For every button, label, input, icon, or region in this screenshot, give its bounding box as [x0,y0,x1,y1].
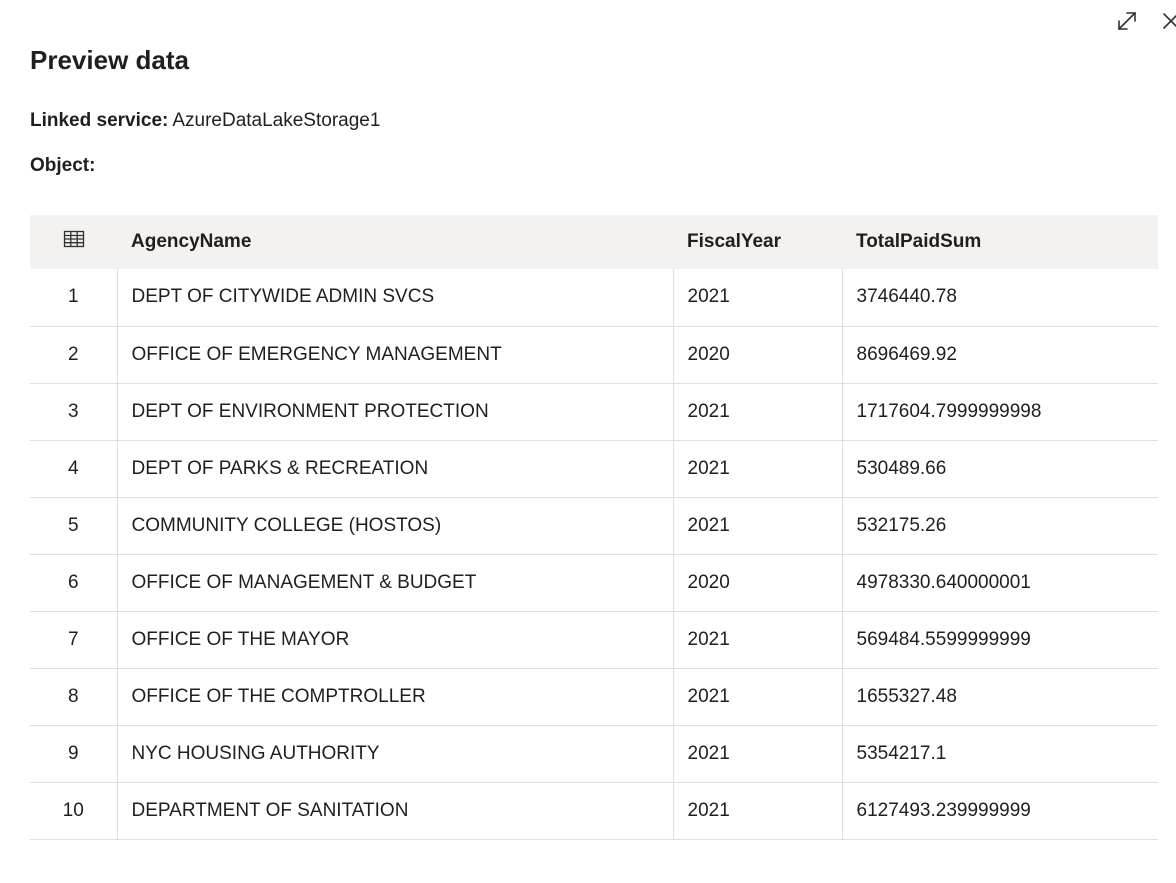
cell-agency-name: DEPT OF ENVIRONMENT PROTECTION [117,383,674,441]
cell-total-paid-sum: 532175.26 [842,497,1158,555]
cell-fiscal-year: 2021 [673,383,843,441]
object-label: Object: [30,155,96,176]
cell-fiscal-year: 2021 [673,497,843,555]
row-index: 6 [30,554,118,612]
row-index: 1 [30,269,118,327]
table-row: 8 OFFICE OF THE COMPTROLLER 2021 1655327… [30,668,1158,726]
preview-table: AgencyName FiscalYear TotalPaidSum 1 DEP… [30,215,1158,840]
cell-total-paid-sum: 5354217.1 [842,725,1158,783]
expand-icon[interactable] [1114,8,1140,34]
cell-agency-name: DEPARTMENT OF SANITATION [117,782,674,840]
close-icon[interactable] [1158,8,1176,34]
table-row: 3 DEPT OF ENVIRONMENT PROTECTION 2021 17… [30,383,1158,441]
row-index: 7 [30,611,118,669]
row-index: 8 [30,668,118,726]
cell-agency-name: OFFICE OF THE COMPTROLLER [117,668,674,726]
table-row: 7 OFFICE OF THE MAYOR 2021 569484.559999… [30,611,1158,669]
linked-service-value: AzureDataLakeStorage1 [172,110,381,131]
cell-total-paid-sum: 569484.5599999999 [842,611,1158,669]
table-row: 9 NYC HOUSING AUTHORITY 2021 5354217.1 [30,725,1158,783]
page-title: Preview data [30,45,189,75]
cell-total-paid-sum: 3746440.78 [842,269,1158,327]
row-index: 10 [30,782,118,840]
cell-fiscal-year: 2021 [673,440,843,498]
row-index: 4 [30,440,118,498]
preview-data-panel: Preview data Linked service: AzureDataLak… [0,0,1176,883]
table-row: 6 OFFICE OF MANAGEMENT & BUDGET 2020 497… [30,554,1158,612]
cell-fiscal-year: 2020 [673,326,843,384]
cell-fiscal-year: 2021 [673,668,843,726]
cell-agency-name: COMMUNITY COLLEGE (HOSTOS) [117,497,674,555]
column-header-fiscal-year[interactable]: FiscalYear [673,215,842,269]
cell-fiscal-year: 2021 [673,269,843,327]
linked-service-row: Linked service: AzureDataLakeStorage1 [30,109,380,133]
cell-total-paid-sum: 4978330.640000001 [842,554,1158,612]
linked-service-label: Linked service: [30,110,169,131]
cell-total-paid-sum: 8696469.92 [842,326,1158,384]
row-index: 5 [30,497,118,555]
cell-fiscal-year: 2021 [673,725,843,783]
row-index: 3 [30,383,118,441]
cell-total-paid-sum: 1717604.7999999998 [842,383,1158,441]
cell-agency-name: NYC HOUSING AUTHORITY [117,725,674,783]
table-row: 10 DEPARTMENT OF SANITATION 2021 6127493… [30,782,1158,840]
cell-fiscal-year: 2021 [673,611,843,669]
table-row: 4 DEPT OF PARKS & RECREATION 2021 530489… [30,440,1158,498]
cell-agency-name: OFFICE OF MANAGEMENT & BUDGET [117,554,674,612]
cell-total-paid-sum: 1655327.48 [842,668,1158,726]
table-header-row: AgencyName FiscalYear TotalPaidSum [30,215,1158,269]
cell-agency-name: OFFICE OF EMERGENCY MANAGEMENT [117,326,674,384]
cell-total-paid-sum: 530489.66 [842,440,1158,498]
row-index: 2 [30,326,118,384]
cell-total-paid-sum: 6127493.239999999 [842,782,1158,840]
column-header-total-paid-sum[interactable]: TotalPaidSum [842,215,1158,269]
table-row: 2 OFFICE OF EMERGENCY MANAGEMENT 2020 86… [30,326,1158,384]
cell-fiscal-year: 2021 [673,782,843,840]
cell-agency-name: DEPT OF PARKS & RECREATION [117,440,674,498]
panel-actions [1114,8,1176,34]
cell-agency-name: DEPT OF CITYWIDE ADMIN SVCS [117,269,674,327]
cell-agency-name: OFFICE OF THE MAYOR [117,611,674,669]
cell-fiscal-year: 2020 [673,554,843,612]
table-row: 5 COMMUNITY COLLEGE (HOSTOS) 2021 532175… [30,497,1158,555]
row-index: 9 [30,725,118,783]
table-grid-icon [30,215,117,269]
object-row: Object: [30,154,99,178]
table-row: 1 DEPT OF CITYWIDE ADMIN SVCS 2021 37464… [30,269,1158,327]
column-header-agency[interactable]: AgencyName [117,215,673,269]
